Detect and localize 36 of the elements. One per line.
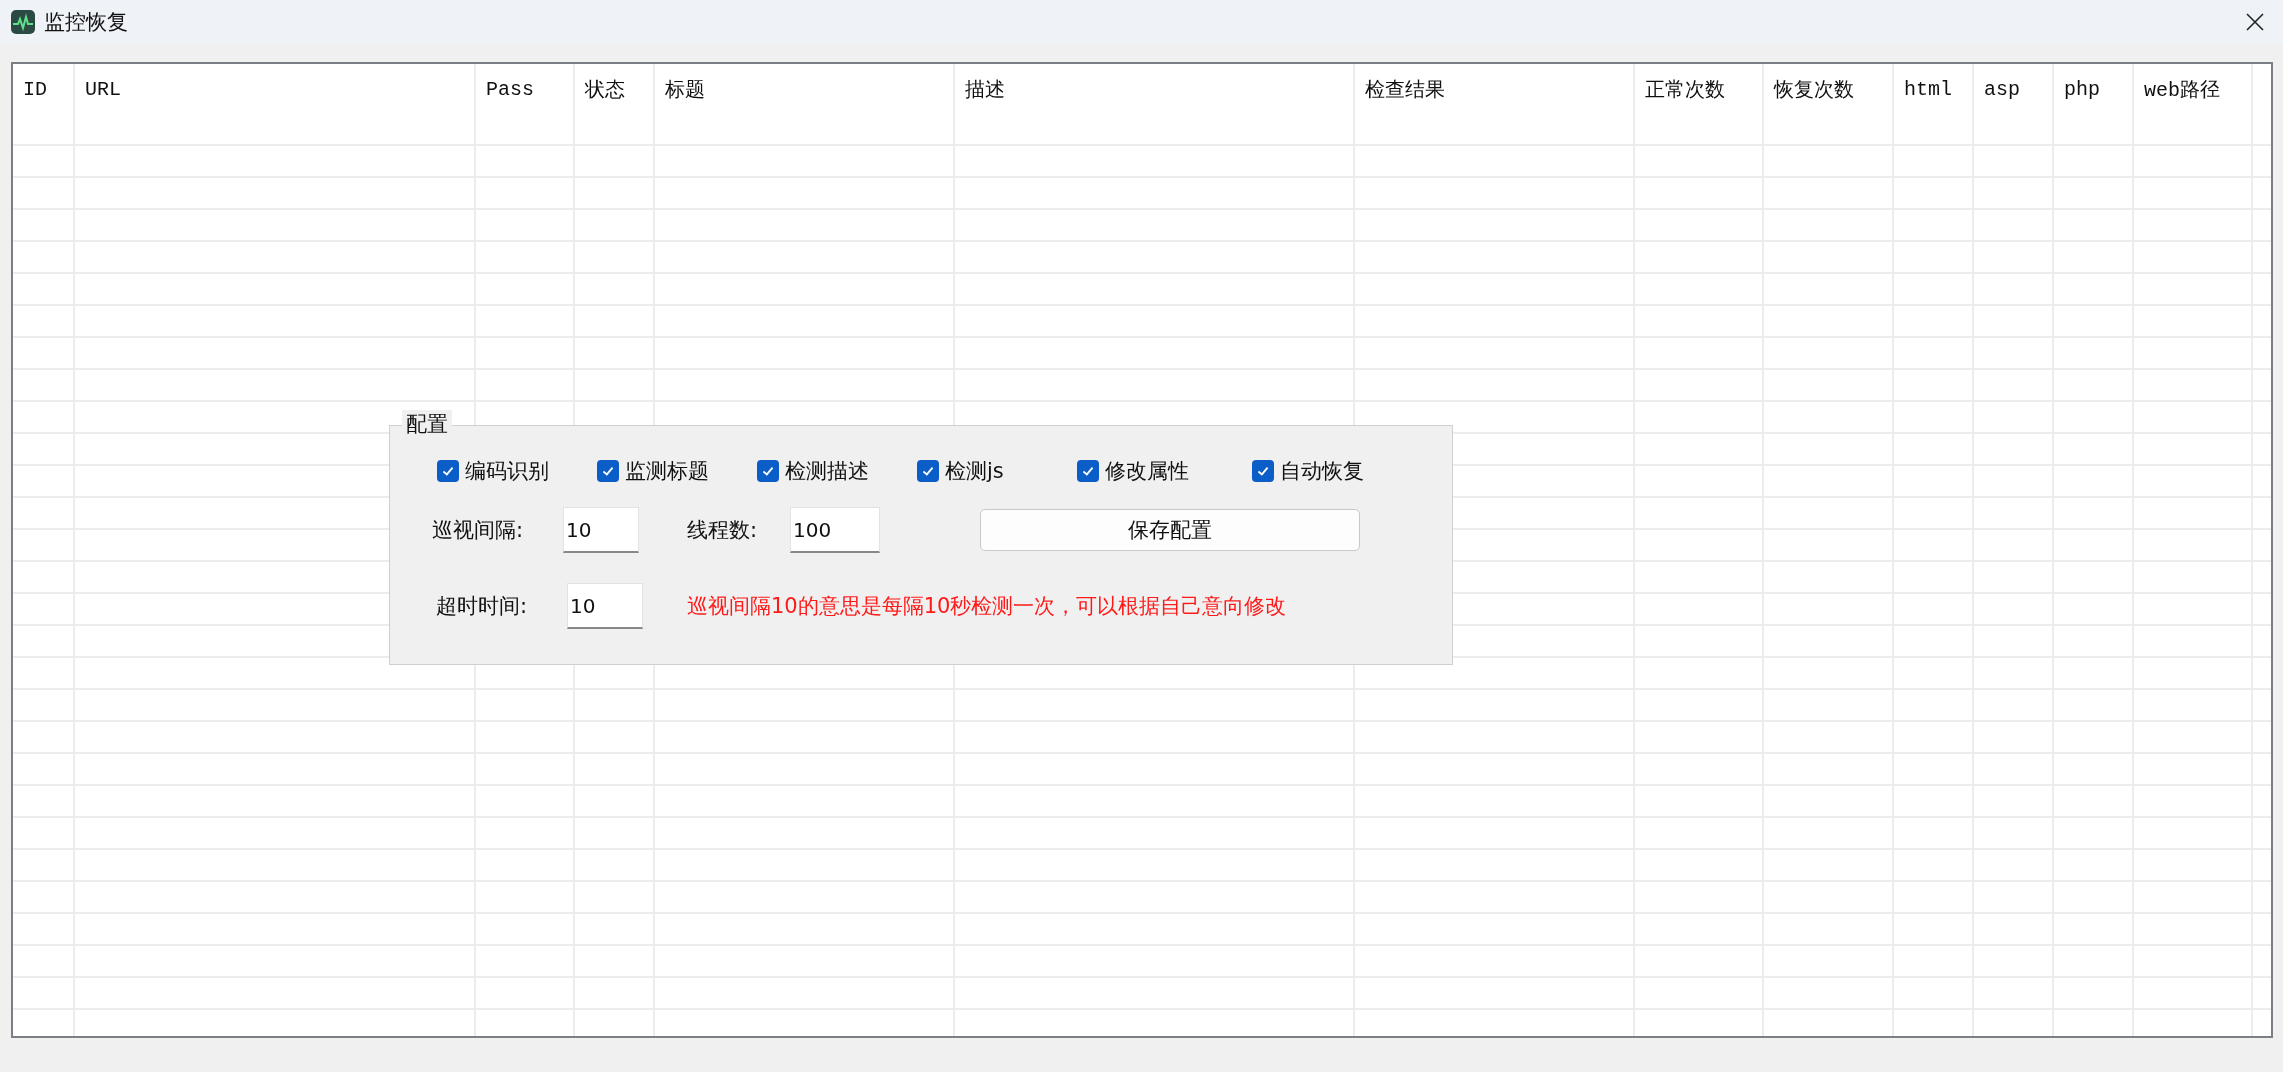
app-icon: [10, 9, 36, 35]
column-header[interactable]: asp: [1984, 77, 2020, 101]
save-button[interactable]: 保存配置: [980, 509, 1360, 551]
column-header[interactable]: 描述: [965, 75, 1005, 103]
column-header[interactable]: 状态: [585, 75, 625, 103]
checkbox-label: 检测描述: [785, 458, 869, 485]
checkbox-label: 检测js: [945, 458, 1004, 485]
column-header[interactable]: Pass: [486, 77, 534, 101]
input-field[interactable]: 10: [563, 507, 639, 553]
column-header[interactable]: 检查结果: [1365, 75, 1445, 103]
column-header[interactable]: 标题: [665, 75, 705, 103]
input-field[interactable]: 10: [567, 583, 643, 629]
checkbox-label: 监测标题: [625, 458, 709, 485]
checkbox-label: 编码识别: [465, 458, 549, 485]
checkbox[interactable]: [917, 460, 939, 482]
hint-text: 巡视间隔10的意思是每隔10秒检测一次，可以根据自己意向修改: [687, 593, 1287, 620]
column-header[interactable]: ID: [23, 77, 47, 101]
column-header[interactable]: php: [2064, 77, 2100, 101]
field-label: 超时时间:: [436, 593, 529, 620]
checkbox[interactable]: [757, 460, 779, 482]
close-icon[interactable]: [2245, 12, 2265, 32]
column-header[interactable]: URL: [85, 77, 121, 101]
checkbox[interactable]: [1077, 460, 1099, 482]
column-header[interactable]: web路径: [2144, 75, 2220, 103]
input-field[interactable]: 100: [790, 507, 880, 553]
checkbox[interactable]: [597, 460, 619, 482]
column-header[interactable]: 恢复次数: [1774, 75, 1854, 103]
field-label: 线程数:: [687, 517, 759, 544]
checkbox[interactable]: [437, 460, 459, 482]
window-title: 监控恢复: [44, 9, 128, 36]
column-header[interactable]: html: [1904, 77, 1952, 101]
checkbox-label: 修改属性: [1105, 458, 1189, 485]
checkbox[interactable]: [1252, 460, 1274, 482]
checkbox-label: 自动恢复: [1280, 458, 1364, 485]
field-label: 巡视间隔:: [432, 517, 525, 544]
column-header[interactable]: 正常次数: [1645, 75, 1725, 103]
